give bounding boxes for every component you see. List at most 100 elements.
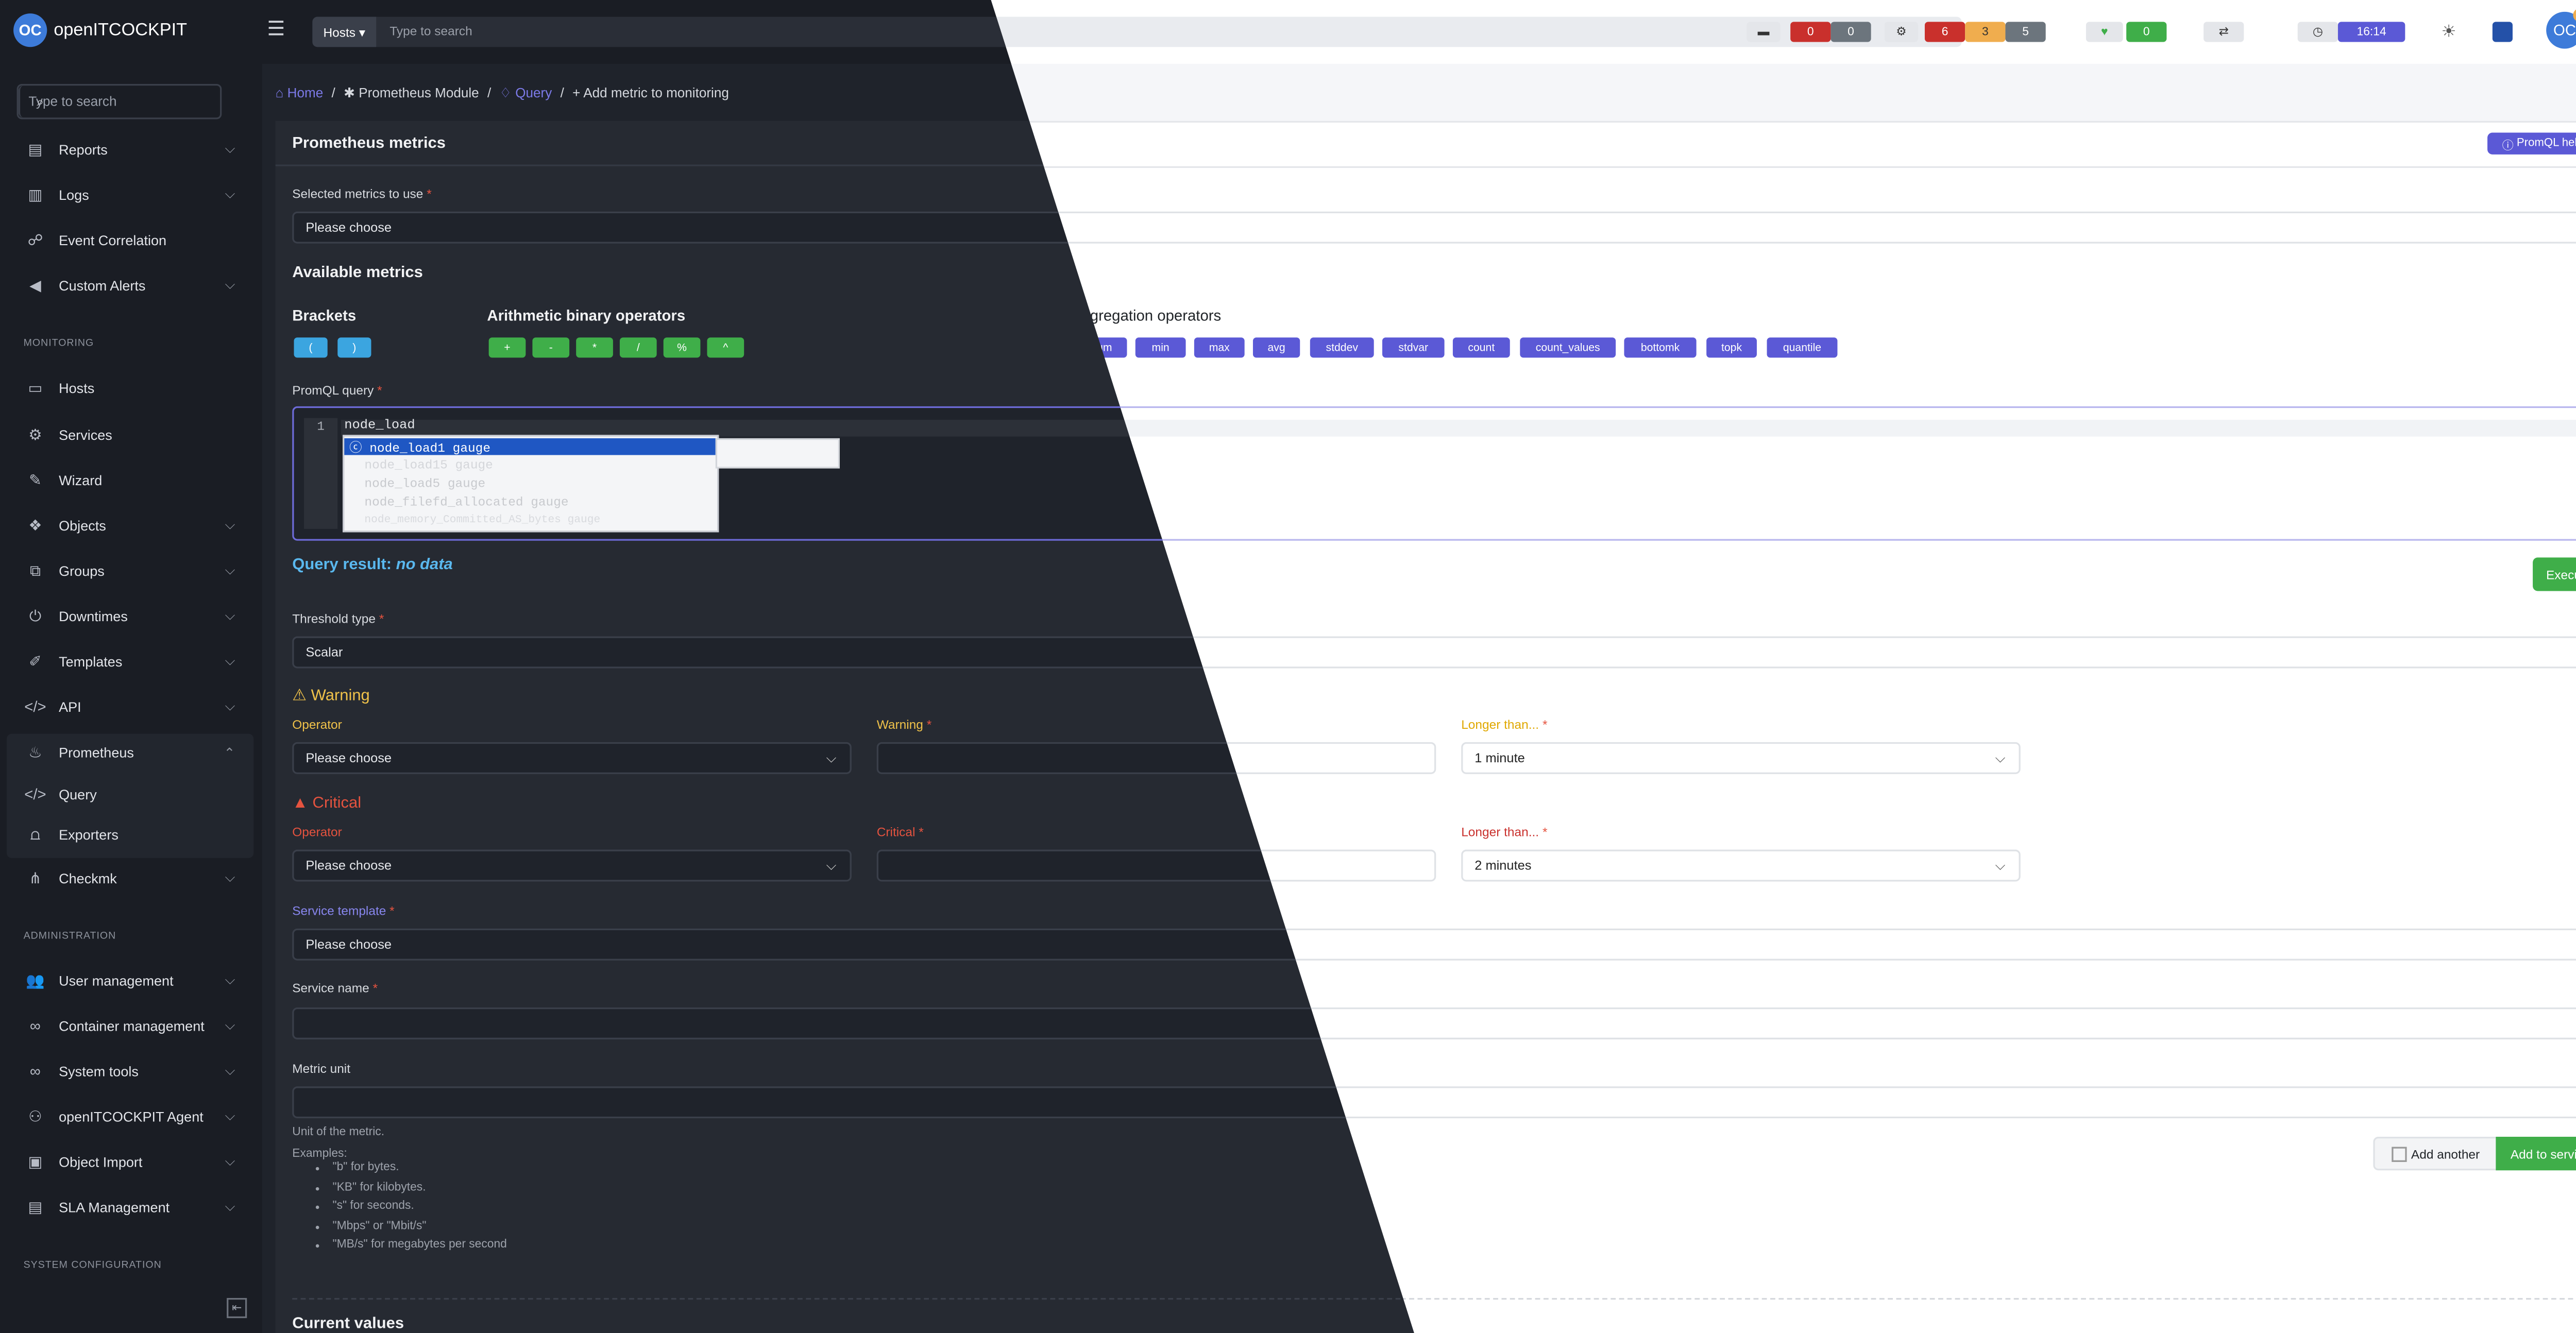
- sidebar-item-system-tools[interactable]: ∞ System tools ⌵: [0, 1053, 252, 1090]
- power-operator-button[interactable]: ^: [707, 337, 744, 358]
- hosts-dropdown[interactable]: Hosts ▾: [312, 16, 377, 47]
- sidebar-item-services[interactable]: ⚙ Services: [0, 416, 252, 453]
- agg-quantile-button[interactable]: quantile: [1767, 337, 1838, 358]
- document-icon: ▥: [28, 185, 43, 202]
- unit-examples-list: "b" for bytes. "KB" for kilobytes. "s" f…: [292, 1158, 506, 1255]
- chevron-down-icon: ⌵: [225, 608, 235, 623]
- sidebar-item-event-correlation[interactable]: ☍ Event Correlation: [0, 221, 252, 259]
- collapse-sidebar-icon[interactable]: ⇤: [227, 1297, 247, 1319]
- service-critical-count[interactable]: 6: [1924, 22, 1965, 42]
- theme-toggle-icon[interactable]: ☀: [2439, 22, 2459, 42]
- sidebar-item-reports[interactable]: ▤ Reports ⌵: [0, 131, 252, 168]
- warning-operator-select-dark[interactable]: Please choose ⌵: [292, 742, 852, 774]
- critical-longer-select[interactable]: 2 minutes ⌵: [1461, 849, 2021, 882]
- sidebar-item-objects[interactable]: ❖ Objects ⌵: [0, 507, 252, 544]
- warning-longer-label: Longer than... *: [1461, 717, 1548, 732]
- editor-text[interactable]: node_load: [344, 420, 415, 433]
- chevron-up-icon: ⌃: [224, 744, 235, 760]
- minus-operator-button[interactable]: -: [532, 337, 570, 358]
- sidebar-item-sla-management[interactable]: ▤ SLA Management ⌵: [0, 1189, 252, 1226]
- heart-icon[interactable]: ♥: [2086, 22, 2123, 42]
- sidebar-item-container-management[interactable]: ∞ Container management ⌵: [0, 1007, 252, 1045]
- agg-avg-button[interactable]: avg: [1252, 337, 1300, 358]
- promql-help-button[interactable]: ⓘ PromQL help: [2487, 132, 2576, 155]
- add-another-toggle[interactable]: Add another: [2373, 1137, 2498, 1171]
- host-status-icon[interactable]: ▬: [1747, 22, 1781, 42]
- chevron-down-icon: ⌵: [1995, 858, 2006, 874]
- brackets-heading: Brackets: [292, 307, 357, 324]
- sidebar: OC openITCOCKPIT Type to search ⌕ ▤ Repor…: [0, 0, 262, 1333]
- logo-icon: OC: [13, 13, 47, 47]
- modulo-operator-button[interactable]: %: [663, 337, 701, 358]
- sidebar-item-exporters[interactable]: ⩍ Exporters: [0, 816, 252, 853]
- sidebar-item-logs[interactable]: ▥ Logs ⌵: [0, 176, 252, 213]
- breadcrumb-home[interactable]: ⌂ Home: [276, 86, 324, 100]
- arith-heading: Arithmetic binary operators: [487, 307, 686, 324]
- close-bracket-button[interactable]: ): [337, 337, 371, 358]
- service-name-input-dark[interactable]: [292, 1007, 1414, 1039]
- refresh-icon[interactable]: ⇄: [2204, 22, 2244, 42]
- server-time: 16:14: [2337, 22, 2405, 42]
- sidebar-item-templates[interactable]: ✐ Templates ⌵: [0, 643, 252, 680]
- report-icon: ▤: [28, 140, 43, 157]
- breadcrumb-query[interactable]: ♢ Query: [500, 86, 552, 100]
- divide-operator-button[interactable]: /: [619, 337, 657, 358]
- host-down-count[interactable]: 0: [1790, 22, 1831, 42]
- open-bracket-button[interactable]: (: [294, 337, 328, 358]
- sidebar-item-checkmk[interactable]: ⋔ Checkmk ⌵: [0, 860, 252, 897]
- app-name: openITCOCKPIT: [54, 20, 188, 41]
- host-unreachable-count[interactable]: 0: [1831, 22, 1871, 42]
- critical-longer-label: Longer than... *: [1461, 824, 1548, 840]
- sidebar-search[interactable]: Type to search ⌕: [16, 84, 222, 119]
- ok-count[interactable]: 0: [2126, 22, 2167, 42]
- agg-count-values-button[interactable]: count_values: [1520, 337, 1616, 358]
- autocomplete-item[interactable]: node_memory_Committed_AS_bytes gauge: [364, 514, 708, 526]
- agg-count-button[interactable]: count: [1452, 337, 1510, 358]
- agg-min-button[interactable]: min: [1135, 337, 1186, 358]
- function-icon: ⓒ: [349, 443, 362, 457]
- sidebar-item-api[interactable]: </> API ⌵: [0, 689, 252, 726]
- sidebar-item-object-import[interactable]: ▣ Object Import ⌵: [0, 1143, 252, 1181]
- sidebar-item-hosts[interactable]: ▭ Hosts: [0, 369, 252, 406]
- sidebar-item-downtimes[interactable]: ⏻ Downtimes ⌵: [0, 598, 252, 635]
- autocomplete-item[interactable]: node_filefd_allocated gauge: [364, 497, 568, 510]
- service-status-icon[interactable]: ⚙: [1884, 22, 1918, 42]
- checkbox[interactable]: [2391, 1146, 2406, 1161]
- add-to-service-button[interactable]: Add to service: [2496, 1137, 2576, 1171]
- execute-button[interactable]: Execute: [2533, 557, 2576, 591]
- users-icon: 👥: [26, 971, 45, 988]
- warning-longer-select[interactable]: 1 minute ⌵: [1461, 742, 2021, 774]
- agg-bottomk-button[interactable]: bottomk: [1624, 337, 1697, 358]
- broadcast-tower-icon: ⩍: [30, 825, 40, 842]
- service-unknown-count[interactable]: 5: [2005, 22, 2046, 42]
- autocomplete-item[interactable]: node_load15 gauge: [364, 460, 493, 473]
- menu-icon[interactable]: ☰: [267, 17, 285, 41]
- top-search-input[interactable]: Type to search: [389, 24, 472, 39]
- agg-max-button[interactable]: max: [1194, 337, 1245, 358]
- sidebar-item-prometheus[interactable]: ♨ Prometheus ⌃: [0, 734, 252, 771]
- sidebar-item-groups[interactable]: ⧉ Groups ⌵: [0, 553, 252, 590]
- metric-unit-input-dark[interactable]: [292, 1086, 1414, 1119]
- autocomplete-item[interactable]: node_load5 gauge: [364, 478, 485, 492]
- agg-stddev-button[interactable]: stddev: [1310, 337, 1374, 358]
- sidebar-item-user-management[interactable]: 👥 User management ⌵: [0, 962, 252, 999]
- critical-heading: ▲ Critical: [292, 794, 362, 813]
- autocomplete-item-selected[interactable]: ⓒ node_load1 gauge: [344, 438, 718, 457]
- service-warning-count[interactable]: 3: [1965, 22, 2006, 42]
- agg-stdvar-button[interactable]: stdvar: [1382, 337, 1445, 358]
- sidebar-item-custom-alerts[interactable]: ◀ Custom Alerts ⌵: [0, 267, 252, 304]
- critical-operator-select-dark[interactable]: Please choose ⌵: [292, 849, 852, 882]
- plus-operator-button[interactable]: +: [488, 337, 526, 358]
- sidebar-item-agent[interactable]: ⚇ openITCOCKPIT Agent ⌵: [0, 1098, 252, 1135]
- current-values-heading: Current values: [292, 1314, 404, 1333]
- link-icon: ∞: [29, 1063, 41, 1080]
- search-icon[interactable]: ⌕: [18, 86, 61, 118]
- app-logo[interactable]: OC openITCOCKPIT: [13, 13, 187, 47]
- query-result: Query result: no data: [292, 556, 453, 574]
- multiply-operator-button[interactable]: *: [576, 337, 613, 358]
- sidebar-item-query[interactable]: </> Query: [0, 776, 252, 813]
- agg-topk-button[interactable]: topk: [1706, 337, 1757, 358]
- language-flag-icon[interactable]: [2492, 22, 2513, 42]
- user-avatar[interactable]: OC: [2546, 11, 2576, 49]
- sidebar-item-wizard[interactable]: ✎ Wizard: [0, 462, 252, 499]
